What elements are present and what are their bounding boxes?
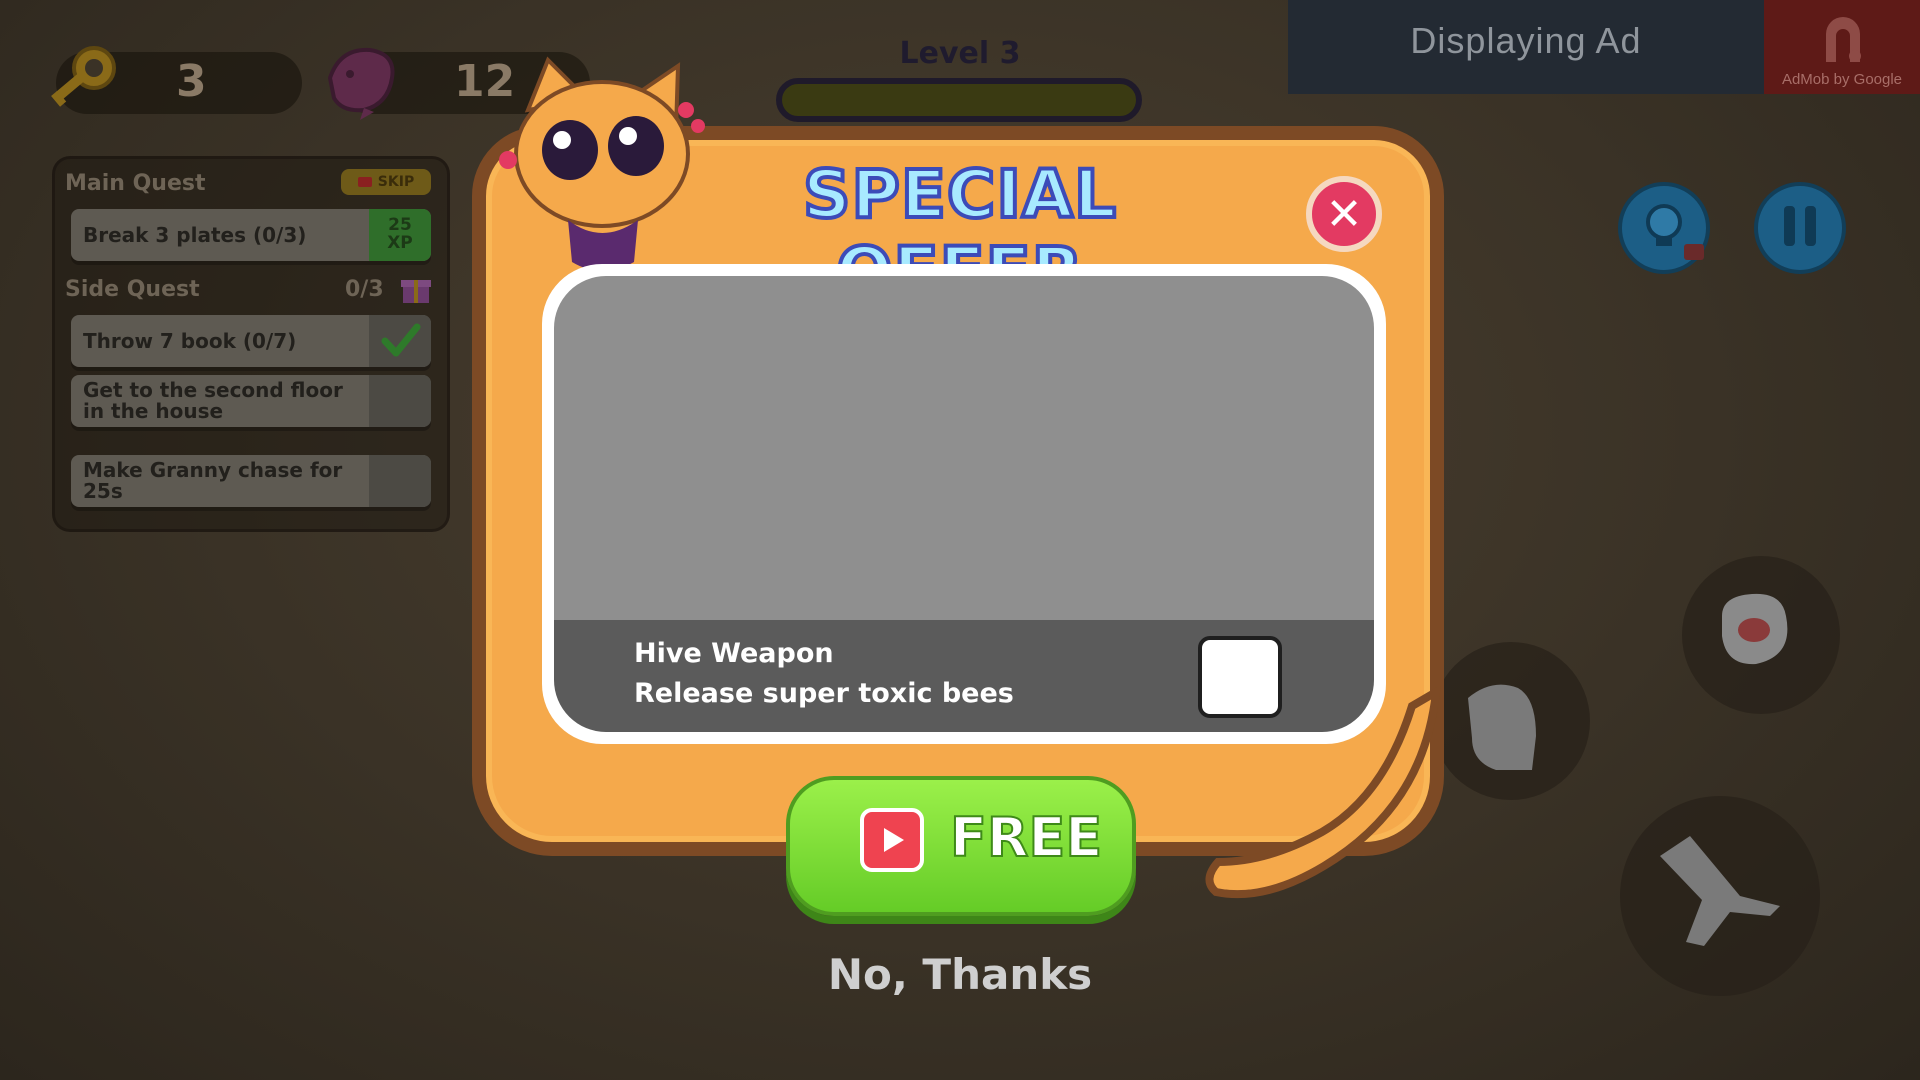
close-icon: ✕ xyxy=(1325,188,1363,240)
hint-button[interactable] xyxy=(1618,182,1710,274)
kick-action-button[interactable] xyxy=(1620,796,1820,996)
video-play-icon xyxy=(357,177,372,187)
admob-logo-icon xyxy=(1826,17,1861,62)
fish-icon xyxy=(327,47,395,120)
skip-label: SKIP xyxy=(377,174,415,190)
level-label: Level 3 xyxy=(899,36,1021,71)
pause-button[interactable] xyxy=(1754,182,1846,274)
lightbulb-icon xyxy=(1646,204,1704,260)
quest-status xyxy=(369,315,431,367)
gift-icon xyxy=(401,280,431,303)
key-icon xyxy=(51,46,116,107)
ad-banner[interactable]: Displaying Ad xyxy=(1288,0,1764,94)
offer-item-description: Release super toxic bees xyxy=(634,678,1014,709)
quest-label: Break 3 plates (0/3) xyxy=(83,222,307,247)
ad-text: Displaying Ad xyxy=(1410,20,1642,61)
video-play-icon xyxy=(860,808,924,872)
level-progress-bar xyxy=(776,78,1142,122)
main-quest-item: Break 3 plates (0/3) 25 XP xyxy=(71,209,431,261)
leg-icon xyxy=(1660,836,1780,946)
close-button[interactable]: ✕ xyxy=(1306,176,1382,252)
side-quest-title: Side Quest xyxy=(65,277,200,302)
pause-icon xyxy=(1784,206,1816,246)
quest-status xyxy=(369,375,431,427)
quest-label: Make Granny chase for 25s xyxy=(83,458,343,503)
paw-icon xyxy=(1722,593,1788,665)
offer-checkbox[interactable] xyxy=(1198,636,1282,718)
admob-label: AdMob by Google xyxy=(1781,71,1903,88)
checkmark-icon xyxy=(381,323,421,357)
reward-text: 25 XP xyxy=(387,215,413,253)
keys-count: 3 xyxy=(176,56,207,107)
side-quest-progress: 0/3 xyxy=(345,277,384,302)
cat-mascot-icon xyxy=(499,56,705,271)
main-quest-title: Main Quest xyxy=(65,171,206,196)
side-quest-item: Throw 7 book (0/7) xyxy=(71,315,431,367)
skip-button[interactable]: SKIP xyxy=(341,169,431,195)
claw-icon xyxy=(1468,684,1536,770)
free-button[interactable]: FREE xyxy=(786,776,1136,916)
offer-image-placeholder xyxy=(554,276,1374,622)
side-quest-item: Get to the second floor in the house xyxy=(71,375,431,427)
quest-label: Get to the second floor in the house xyxy=(83,378,343,423)
side-quest-item: Make Granny chase for 25s xyxy=(71,455,431,507)
quest-status xyxy=(369,455,431,507)
grab-action-button[interactable] xyxy=(1432,642,1590,800)
paw-action-button[interactable] xyxy=(1682,556,1840,714)
no-thanks-button[interactable]: No, Thanks xyxy=(780,950,1140,999)
quest-reward: 25 XP xyxy=(369,209,431,261)
quest-panel: Main Quest SKIP Break 3 plates (0/3) 25 … xyxy=(52,156,450,532)
offer-item-name: Hive Weapon xyxy=(634,638,834,669)
free-label: FREE xyxy=(949,805,1103,870)
quest-label: Throw 7 book (0/7) xyxy=(83,328,297,353)
admob-badge[interactable]: AdMob by Google xyxy=(1764,0,1920,94)
